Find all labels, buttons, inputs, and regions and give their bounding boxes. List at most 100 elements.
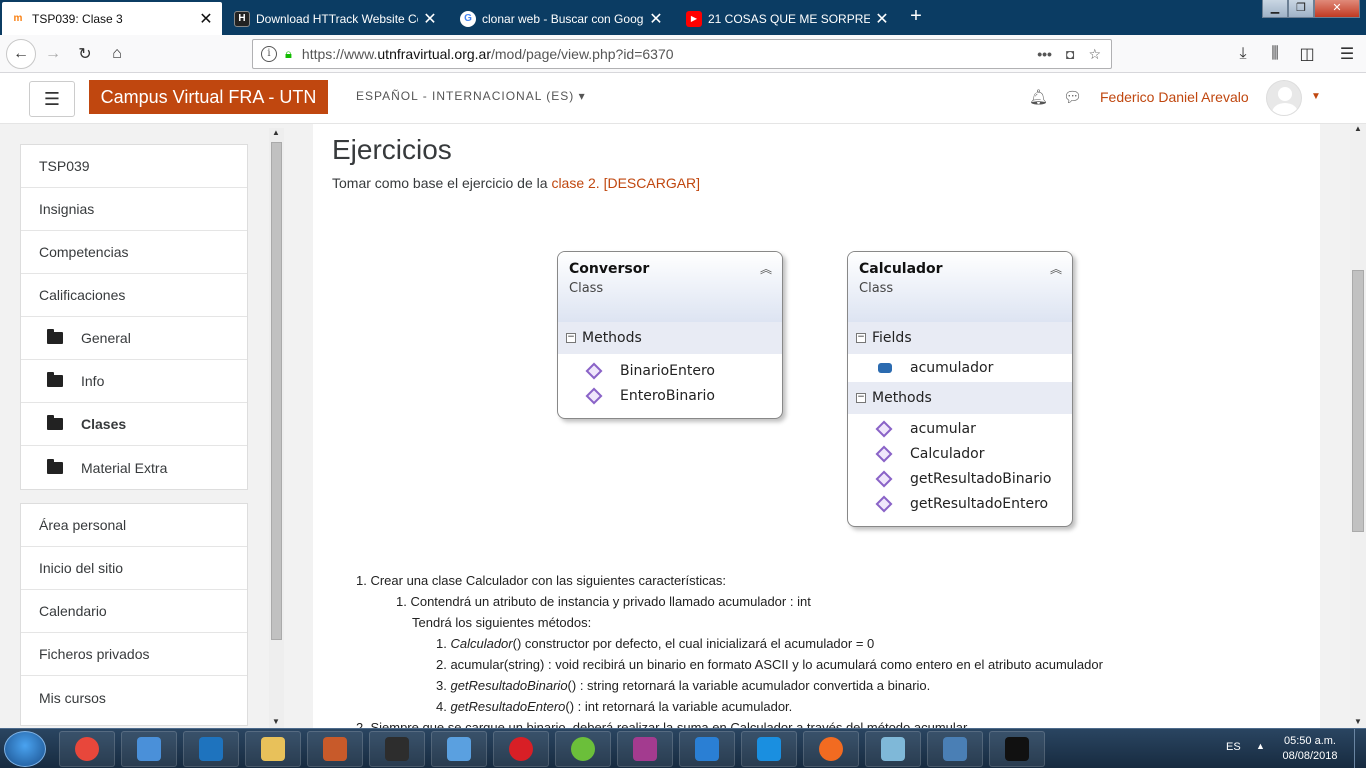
- sidebar-item-inicio-del-sitio[interactable]: Inicio del sitio: [21, 547, 247, 590]
- avatar[interactable]: [1266, 80, 1302, 116]
- scroll-up-arrow-icon[interactable]: ▲: [1354, 124, 1362, 133]
- language-indicator[interactable]: ES: [1226, 741, 1241, 753]
- scroll-up-arrow-icon[interactable]: ▲: [272, 128, 280, 137]
- nav-drawer-scrollbar[interactable]: ▲ ▼: [269, 128, 284, 728]
- list-item: 1. Crear una clase Calculador con las si…: [356, 573, 726, 588]
- sidebar-item-clases[interactable]: Clases: [21, 403, 247, 446]
- taskbar-app-vscode[interactable]: [679, 731, 735, 767]
- taskbar-app-settings[interactable]: [307, 731, 363, 767]
- bookmark-star-icon[interactable]: ☆: [1088, 46, 1101, 63]
- moodle-icon: m: [13, 13, 23, 24]
- language-selector[interactable]: ESPAÑOL - INTERNACIONAL (ES) ▾: [356, 89, 586, 103]
- user-name[interactable]: Federico Daniel Arevalo: [1100, 89, 1249, 105]
- close-icon[interactable]: ✕: [874, 9, 890, 29]
- sidebar-item-general[interactable]: General: [21, 317, 247, 360]
- taskbar-app-winrar[interactable]: [617, 731, 673, 767]
- library-icon[interactable]: ⫼: [1264, 43, 1286, 65]
- chrome-icon: [75, 737, 99, 761]
- tab-tsp039[interactable]: m TSP039: Clase 3 ✕: [2, 2, 222, 35]
- taskbar-app-notepad[interactable]: [865, 731, 921, 767]
- forward-arrow-icon[interactable]: →: [42, 43, 64, 65]
- home-icon[interactable]: ⌂: [106, 43, 128, 65]
- show-desktop-button[interactable]: [1354, 729, 1366, 768]
- downloads-icon[interactable]: ⤓: [1232, 43, 1254, 65]
- new-tab-button[interactable]: +: [904, 5, 928, 28]
- scrollbar-thumb[interactable]: [271, 142, 282, 640]
- section-label: Methods: [872, 390, 932, 406]
- reload-icon[interactable]: ↻: [74, 43, 96, 65]
- minimize-button[interactable]: ▁: [1262, 0, 1288, 18]
- class-kind: Class: [859, 281, 894, 296]
- hamburger-icon: ☰: [43, 88, 61, 109]
- sidebar-item-ficheros-privados[interactable]: Ficheros privados: [21, 633, 247, 676]
- uml-class-conversor: Conversor Class ︽ − Methods BinarioEntero…: [557, 251, 783, 419]
- sidebar-item-area-personal[interactable]: Área personal: [21, 504, 247, 547]
- clase2-link[interactable]: clase 2.: [551, 175, 599, 191]
- field-icon: [878, 363, 892, 373]
- tray-expand-icon[interactable]: ▲: [1256, 741, 1265, 751]
- sidebar-item-info[interactable]: Info: [21, 360, 247, 403]
- download-link[interactable]: [DESCARGAR]: [604, 175, 700, 191]
- taskbar-app-firefox[interactable]: [803, 731, 859, 767]
- browser-tab-strip: m TSP039: Clase 3 ✕ H Download HTTrack W…: [0, 0, 1366, 35]
- method-name: EnteroBinario: [620, 387, 715, 404]
- scroll-down-arrow-icon[interactable]: ▼: [272, 717, 280, 726]
- taskbar-app-teamviewer[interactable]: [741, 731, 797, 767]
- sidebar-item-tsp039[interactable]: TSP039: [21, 145, 247, 188]
- tab-title: 21 COSAS QUE ME SORPRENDI: [708, 11, 870, 26]
- method-desc: () : int retornará la variable acumulado…: [565, 699, 793, 714]
- sidebar-item-label: Ficheros privados: [39, 646, 150, 662]
- page-actions-icon[interactable]: •••: [1037, 46, 1052, 62]
- taskbar-app-media-player[interactable]: [121, 731, 177, 767]
- methods-section: − Methods: [558, 322, 782, 354]
- tab-httrack[interactable]: H Download HTTrack Website Co ✕: [226, 2, 446, 35]
- folder-icon: [47, 415, 63, 430]
- close-window-button[interactable]: ✕: [1314, 0, 1360, 18]
- menu-icon[interactable]: ☰: [1336, 43, 1358, 65]
- maximize-button[interactable]: ❐: [1288, 0, 1314, 18]
- tab-google[interactable]: G clonar web - Buscar con Googl ✕: [452, 2, 672, 35]
- address-bar[interactable]: i 🔒︎ https://www.utnfravirtual.org.ar/mo…: [252, 39, 1112, 69]
- sidebar-item-competencias[interactable]: Competencias: [21, 231, 247, 274]
- taskbar-app-opera[interactable]: [493, 731, 549, 767]
- sidebar-item-calendario[interactable]: Calendario: [21, 590, 247, 633]
- sidebar-item-insignias[interactable]: Insignias: [21, 188, 247, 231]
- taskbar-app-remote-desktop[interactable]: [927, 731, 983, 767]
- taskbar-app-httrack[interactable]: [989, 731, 1045, 767]
- nav-drawer-toggle[interactable]: ☰: [29, 81, 75, 117]
- lock-icon[interactable]: 🔒︎: [285, 46, 292, 62]
- scroll-down-arrow-icon[interactable]: ▼: [1354, 717, 1362, 726]
- taskbar-app-terminal[interactable]: [369, 731, 425, 767]
- sidebar-item-mis-cursos[interactable]: Mis cursos: [21, 676, 247, 719]
- sidebar-item-label: Mis cursos: [39, 689, 106, 706]
- start-button[interactable]: [4, 731, 46, 767]
- youtube-icon: ▶: [686, 10, 702, 27]
- page-scrollbar[interactable]: ▲ ▼: [1350, 124, 1366, 728]
- taskbar-app-file-explorer[interactable]: [245, 731, 301, 767]
- clock[interactable]: 05:50 a.m. 08/08/2018: [1270, 734, 1350, 764]
- taskbar-app-internet-explorer[interactable]: [183, 731, 239, 767]
- back-arrow-icon[interactable]: ←: [6, 39, 36, 69]
- pocket-icon[interactable]: ◘: [1066, 46, 1074, 62]
- info-icon[interactable]: i: [261, 46, 277, 62]
- close-icon[interactable]: ✕: [422, 9, 438, 29]
- scrollbar-thumb[interactable]: [1352, 270, 1364, 532]
- tab-youtube[interactable]: ▶ 21 COSAS QUE ME SORPRENDI ✕: [678, 2, 898, 35]
- notification-bell-icon[interactable]: 🔔︎: [1029, 88, 1048, 106]
- close-icon[interactable]: ✕: [198, 9, 214, 29]
- sidebar-icon[interactable]: ◫: [1296, 43, 1318, 65]
- taskbar-app-chrome[interactable]: [59, 731, 115, 767]
- taskbar-app-media[interactable]: [431, 731, 487, 767]
- collapse-chevron-icon: ︽: [759, 262, 772, 276]
- site-brand[interactable]: Campus Virtual FRA - UTN: [89, 80, 328, 114]
- messages-icon[interactable]: 💬︎: [1063, 88, 1082, 106]
- user-menu-caret-icon[interactable]: ▼: [1311, 91, 1321, 102]
- url-text[interactable]: https://www.utnfravirtual.org.ar/mod/pag…: [302, 46, 1037, 62]
- close-icon[interactable]: ✕: [648, 9, 664, 29]
- sidebar-item-label: Insignias: [39, 201, 95, 217]
- sidebar-item-material-extra[interactable]: Material Extra: [21, 446, 247, 489]
- settings-icon: [323, 737, 347, 761]
- sidebar-item-calificaciones[interactable]: Calificaciones: [21, 274, 247, 317]
- taskbar-app-utorrent[interactable]: [555, 731, 611, 767]
- constructor-icon: [875, 445, 893, 462]
